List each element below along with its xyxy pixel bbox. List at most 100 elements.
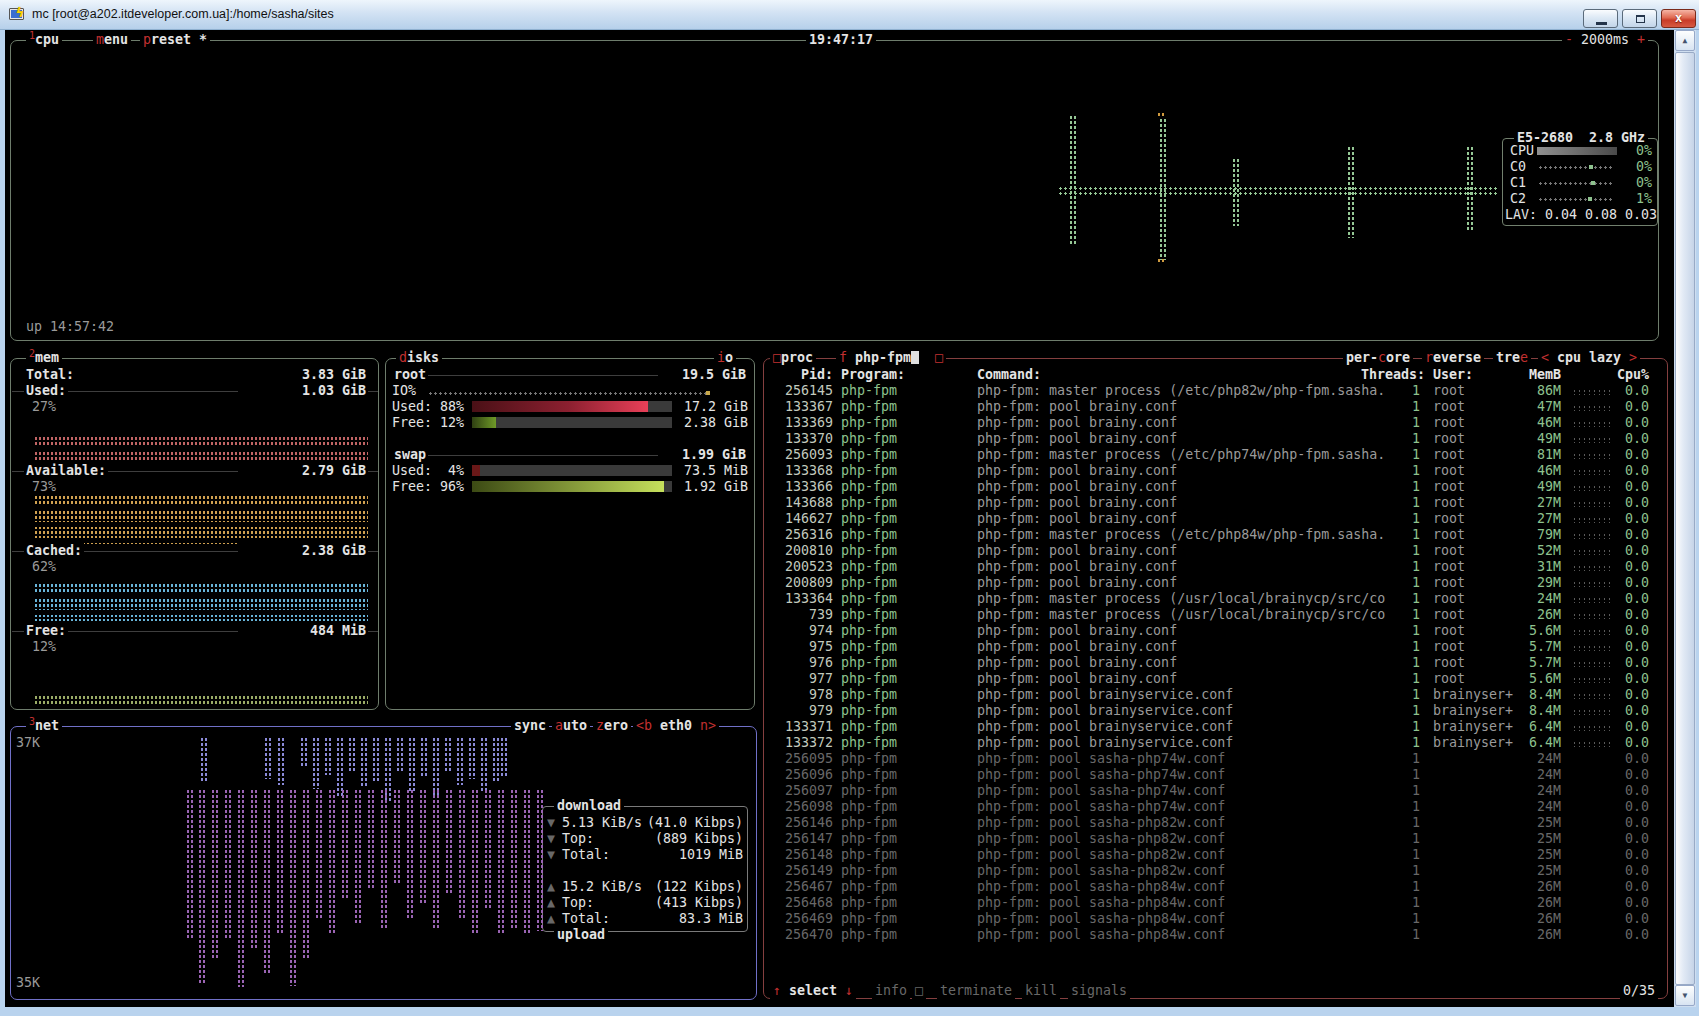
upload-label: upload <box>554 927 608 943</box>
kill-button[interactable]: kill <box>1022 983 1060 999</box>
interval-value: 2000ms <box>1581 32 1629 47</box>
download-arrow-icon: ▼ <box>547 831 555 847</box>
tab-cpu[interactable]: 1cpu <box>26 32 62 48</box>
header-program[interactable]: Program: <box>841 367 905 383</box>
header-command[interactable]: Command: <box>977 367 1041 383</box>
uptime: up 14:57:42 <box>26 319 114 335</box>
menu-button[interactable]: menu <box>93 32 131 48</box>
scrollbar-thumb[interactable] <box>1675 52 1695 985</box>
tab-proc[interactable]: □proc <box>770 350 816 366</box>
signals-button[interactable]: signals <box>1068 983 1130 999</box>
process-row[interactable]: 256097 php-fpm php-fpm: pool sasha-php74… <box>765 783 1665 799</box>
process-row[interactable]: 256146 php-fpm php-fpm: pool sasha-php82… <box>765 815 1665 831</box>
close-button[interactable]: x <box>1661 9 1696 28</box>
process-row[interactable]: 133371 php-fpm php-fpm: pool brainyservi… <box>765 719 1665 735</box>
terminal-scrollbar[interactable]: ▲ ▼ <box>1674 30 1696 1007</box>
process-row[interactable]: 200809 php-fpm php-fpm: pool brainy.conf… <box>765 575 1665 591</box>
process-row[interactable]: 133369 php-fpm php-fpm: pool brainy.conf… <box>765 415 1665 431</box>
process-row[interactable]: 133366 php-fpm php-fpm: pool brainy.conf… <box>765 479 1665 495</box>
process-row[interactable]: 974 php-fpm php-fpm: pool brainy.conf 1 … <box>765 623 1665 639</box>
io-button[interactable]: io <box>714 350 736 366</box>
process-command: php-fpm: pool brainyservice.conf <box>977 719 1233 735</box>
header-user[interactable]: User: <box>1433 367 1473 383</box>
process-row[interactable]: 256470 php-fpm php-fpm: pool sasha-php84… <box>765 927 1665 943</box>
process-row[interactable]: 975 php-fpm php-fpm: pool brainy.conf 1 … <box>765 639 1665 655</box>
process-row[interactable]: 256147 php-fpm php-fpm: pool sasha-php82… <box>765 831 1665 847</box>
process-row[interactable]: 739 php-fpm php-fpm: master process (/us… <box>765 607 1665 623</box>
process-row[interactable]: 256093 php-fpm php-fpm: master process (… <box>765 447 1665 463</box>
maximize-button[interactable] <box>1622 9 1657 28</box>
process-row[interactable]: 256148 php-fpm php-fpm: pool sasha-php82… <box>765 847 1665 863</box>
reverse-button[interactable]: reverse <box>1422 350 1484 366</box>
core1-marker <box>1591 181 1595 185</box>
net-upload-column <box>536 789 544 931</box>
process-row[interactable]: 200810 php-fpm php-fpm: pool brainy.conf… <box>765 543 1665 559</box>
process-cpu: 0.0 <box>1587 735 1649 751</box>
process-mem: 27M <box>1475 495 1561 511</box>
process-row[interactable]: 133364 php-fpm php-fpm: master process (… <box>765 591 1665 607</box>
clock: 19:47:17 <box>806 32 876 48</box>
process-threads: 1 <box>1363 911 1420 927</box>
percore-button[interactable]: per-core <box>1343 350 1413 366</box>
process-threads: 1 <box>1363 495 1420 511</box>
process-row[interactable]: 977 php-fpm php-fpm: pool brainy.conf 1 … <box>765 671 1665 687</box>
process-row[interactable]: 143688 php-fpm php-fpm: pool brainy.conf… <box>765 495 1665 511</box>
info-button[interactable]: info <box>872 983 910 999</box>
header-mem[interactable]: MemB <box>1471 367 1561 383</box>
process-row[interactable]: 133368 php-fpm php-fpm: pool brainy.conf… <box>765 463 1665 479</box>
process-row[interactable]: 133370 php-fpm php-fpm: pool brainy.conf… <box>765 431 1665 447</box>
process-row[interactable]: 979 php-fpm php-fpm: pool brainyservice.… <box>765 703 1665 719</box>
process-row[interactable]: 256096 php-fpm php-fpm: pool sasha-php74… <box>765 767 1665 783</box>
net-sync-button[interactable]: sync <box>511 718 549 734</box>
process-row[interactable]: 976 php-fpm php-fpm: pool brainy.conf 1 … <box>765 655 1665 671</box>
scroll-down-button[interactable]: ▼ <box>1675 985 1695 1006</box>
process-row[interactable]: 256469 php-fpm php-fpm: pool sasha-php84… <box>765 911 1665 927</box>
process-cpu: 0.0 <box>1587 831 1649 847</box>
process-row[interactable]: 256098 php-fpm php-fpm: pool sasha-php74… <box>765 799 1665 815</box>
process-pid: 256149 <box>765 863 833 879</box>
process-row[interactable]: 256095 php-fpm php-fpm: pool sasha-php74… <box>765 751 1665 767</box>
minimize-button[interactable] <box>1583 9 1618 28</box>
tab-mem[interactable]: 2mem <box>26 350 62 366</box>
header-threads[interactable]: Threads: <box>1355 367 1425 383</box>
process-threads: 1 <box>1363 575 1420 591</box>
process-row[interactable]: 133372 php-fpm php-fpm: pool brainyservi… <box>765 735 1665 751</box>
tab-net[interactable]: 3net <box>26 718 62 734</box>
process-threads: 1 <box>1363 783 1420 799</box>
window-titlebar[interactable]: ϟ mc [root@a202.itdeveloper.com.ua]:/hom… <box>0 0 1699 30</box>
process-row[interactable]: 978 php-fpm php-fpm: pool brainyservice.… <box>765 687 1665 703</box>
mem-used-meter <box>34 436 368 462</box>
net-zero-button[interactable]: zero <box>593 718 631 734</box>
process-mem: 26M <box>1475 911 1561 927</box>
header-pid[interactable]: Pid: <box>765 367 833 383</box>
process-row[interactable]: 256467 php-fpm php-fpm: pool sasha-php84… <box>765 879 1665 895</box>
net-interface-selector[interactable]: <b eth0 n> <box>633 718 719 734</box>
net-upload-column <box>224 789 232 939</box>
process-row[interactable]: 256149 php-fpm php-fpm: pool sasha-php82… <box>765 863 1665 879</box>
process-row[interactable]: 256145 php-fpm php-fpm: master process (… <box>765 383 1665 399</box>
net-auto-button[interactable]: auto <box>552 718 590 734</box>
process-row[interactable]: 146627 php-fpm php-fpm: pool brainy.conf… <box>765 511 1665 527</box>
process-command: php-fpm: pool brainy.conf <box>977 575 1177 591</box>
process-row[interactable]: 256468 php-fpm php-fpm: pool sasha-php84… <box>765 895 1665 911</box>
proc-filter[interactable]: f php-fpm □ <box>836 350 946 366</box>
process-cpu: 0.0 <box>1587 671 1649 687</box>
sort-selector[interactable]: < cpu lazy > <box>1538 350 1640 366</box>
process-command: php-fpm: pool brainyservice.conf <box>977 735 1233 751</box>
process-program: php-fpm <box>841 815 897 831</box>
header-cpu[interactable]: Cpu% <box>1587 367 1649 383</box>
process-mem: 29M <box>1475 575 1561 591</box>
process-row[interactable]: 200523 php-fpm php-fpm: pool brainy.conf… <box>765 559 1665 575</box>
interval-control[interactable]: - 2000ms + <box>1562 32 1648 48</box>
process-row[interactable]: 133367 php-fpm php-fpm: pool brainy.conf… <box>765 399 1665 415</box>
proc-select-control[interactable]: ↑ select ↓ <box>770 983 856 999</box>
process-program: php-fpm <box>841 495 897 511</box>
process-row[interactable]: 256316 php-fpm php-fpm: master process (… <box>765 527 1665 543</box>
preset-button[interactable]: preset * <box>140 32 210 48</box>
tree-button[interactable]: tree <box>1493 350 1531 366</box>
process-command: php-fpm: pool brainyservice.conf <box>977 687 1233 703</box>
tab-disks[interactable]: disks <box>396 350 442 366</box>
terminate-button[interactable]: terminate <box>937 983 1015 999</box>
process-threads: 1 <box>1363 895 1420 911</box>
scroll-up-button[interactable]: ▲ <box>1675 30 1695 51</box>
